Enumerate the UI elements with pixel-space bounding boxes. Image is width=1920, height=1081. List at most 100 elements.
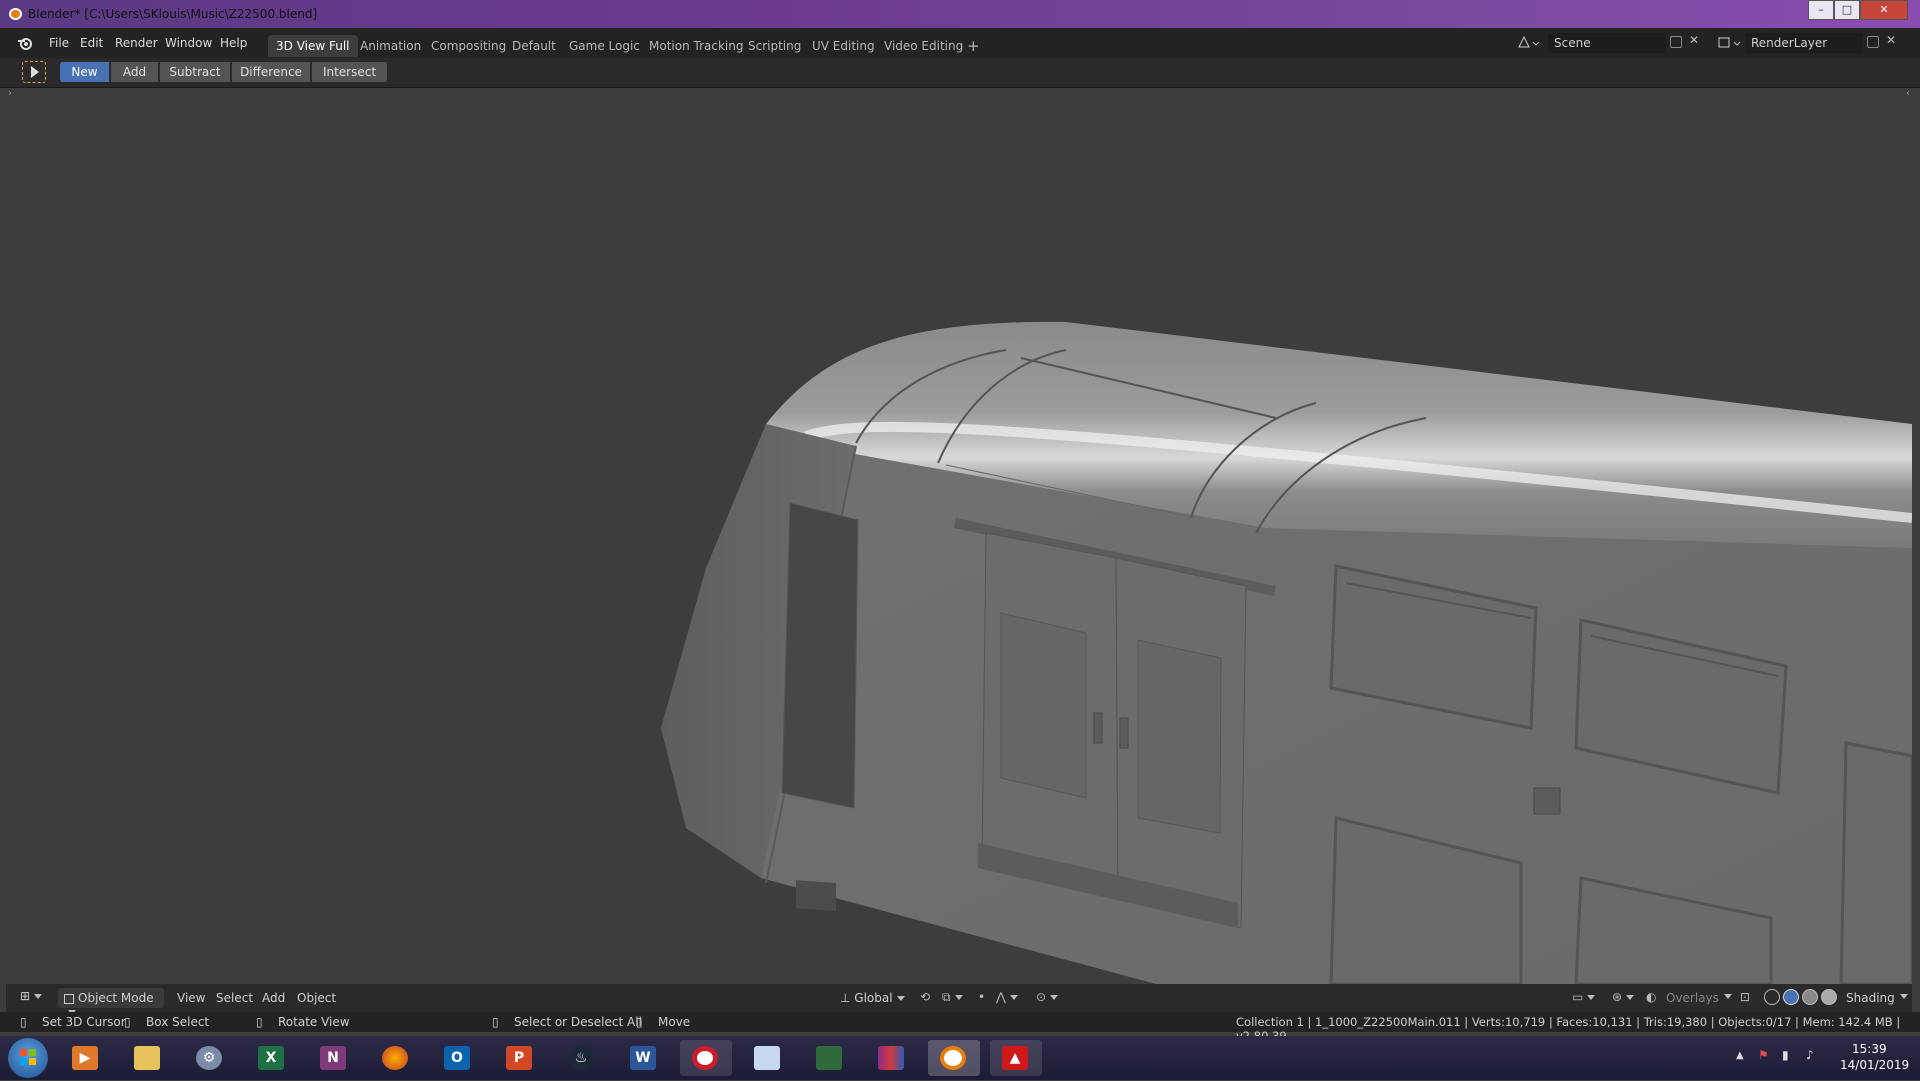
xray-icon[interactable]: ⊡ bbox=[1740, 990, 1750, 1004]
firefox-app[interactable] bbox=[370, 1040, 422, 1076]
delete-scene-icon[interactable]: ✕ bbox=[1689, 33, 1699, 47]
chevron-down-icon bbox=[896, 996, 905, 1001]
scene-selector-icon[interactable] bbox=[1515, 33, 1543, 53]
steam-app[interactable]: ♨ bbox=[556, 1040, 608, 1076]
menu-render[interactable]: Render bbox=[115, 36, 158, 50]
hint-box-select: Box Select bbox=[146, 1015, 210, 1029]
select-box-tool-icon[interactable] bbox=[22, 61, 46, 83]
menu-window[interactable]: Window bbox=[165, 36, 212, 50]
object-mode-icon bbox=[64, 993, 74, 1004]
menu-add[interactable]: Add bbox=[262, 991, 285, 1005]
powerpoint-app[interactable]: P bbox=[494, 1040, 546, 1076]
tab-video-editing[interactable]: Video Editing bbox=[876, 35, 971, 57]
menu-help[interactable]: Help bbox=[220, 36, 247, 50]
tab-uv-editing[interactable]: UV Editing bbox=[804, 35, 883, 57]
action-center-flag-icon[interactable]: ⚑ bbox=[1758, 1048, 1769, 1062]
render-layer-field[interactable]: RenderLayer bbox=[1745, 33, 1863, 53]
settings-app[interactable]: ⚙ bbox=[184, 1040, 236, 1076]
tray-expand-icon[interactable]: ▲ bbox=[1736, 1050, 1744, 1061]
winrar-app[interactable] bbox=[866, 1040, 918, 1076]
acrobat-icon: ▲ bbox=[1002, 1046, 1028, 1070]
solid-shading-icon[interactable] bbox=[1783, 989, 1799, 1005]
blender-logo-icon[interactable] bbox=[17, 35, 33, 51]
excel-icon: X bbox=[258, 1046, 284, 1070]
maximize-button[interactable]: □ bbox=[1834, 0, 1860, 20]
overlays-icon[interactable]: ◐ bbox=[1646, 990, 1656, 1004]
menu-select[interactable]: Select bbox=[216, 991, 253, 1005]
menu-view[interactable]: View bbox=[177, 991, 205, 1005]
transform-orientation-dropdown[interactable]: ⊥ Global bbox=[836, 988, 916, 1008]
delete-layer-icon[interactable]: ✕ bbox=[1886, 33, 1896, 47]
clock-time[interactable]: 15:39 bbox=[1852, 1042, 1887, 1056]
rendered-shading-icon[interactable] bbox=[1821, 989, 1837, 1005]
paint-app[interactable] bbox=[742, 1040, 794, 1076]
minimize-button[interactable]: – bbox=[1808, 0, 1834, 20]
right-panel-toggle-icon[interactable]: ‹ bbox=[1906, 88, 1910, 99]
mode-add-button[interactable]: Add bbox=[111, 62, 159, 82]
hint-move: Move bbox=[658, 1015, 691, 1029]
tab-scripting[interactable]: Scripting bbox=[740, 35, 809, 57]
gear-icon: ⚙ bbox=[196, 1046, 222, 1070]
mode-new-button[interactable]: New bbox=[60, 62, 110, 82]
start-button[interactable] bbox=[8, 1038, 48, 1078]
overlays-dropdown[interactable]: Overlays bbox=[1666, 991, 1719, 1005]
tab-animation[interactable]: Animation bbox=[352, 35, 429, 57]
excel-app[interactable]: X bbox=[246, 1040, 298, 1076]
chevron-down-icon bbox=[1900, 994, 1908, 999]
wireframe-shading-icon[interactable] bbox=[1764, 989, 1780, 1005]
close-button[interactable]: ✕ bbox=[1860, 0, 1908, 20]
material-shading-icon[interactable] bbox=[1802, 989, 1818, 1005]
hint-rotate-view: Rotate View bbox=[278, 1015, 350, 1029]
blender-app[interactable] bbox=[928, 1040, 980, 1076]
media-player-app[interactable]: ▶ bbox=[60, 1040, 112, 1076]
mouse-move-icon: ▯ bbox=[636, 1015, 643, 1029]
tab-game-logic[interactable]: Game Logic bbox=[561, 35, 648, 57]
windows-taskbar: ▶ ⚙ X N O P ♨ W ▲ ▲ ⚑ ▮ ♪ 15:39 14/01/20… bbox=[0, 1036, 1920, 1080]
tab-default[interactable]: Default bbox=[504, 35, 564, 57]
mode-subtract-button[interactable]: Subtract bbox=[160, 62, 231, 82]
folder-icon bbox=[134, 1046, 160, 1070]
opera-app[interactable] bbox=[680, 1040, 732, 1076]
proportional-edit-icon[interactable]: ⊙ bbox=[1036, 990, 1059, 1004]
menu-edit[interactable]: Edit bbox=[80, 36, 103, 50]
new-scene-icon[interactable] bbox=[1670, 36, 1682, 48]
view-object-types-icon[interactable]: ▭ bbox=[1572, 990, 1596, 1004]
tab-compositing[interactable]: Compositing bbox=[423, 35, 514, 57]
acrobat-app[interactable]: ▲ bbox=[990, 1040, 1042, 1076]
menu-object[interactable]: Object bbox=[297, 991, 336, 1005]
outlook-icon: O bbox=[444, 1046, 470, 1070]
mode-intersect-button[interactable]: Intersect bbox=[312, 62, 388, 82]
proportional-falloff-icon[interactable]: ⋀ bbox=[996, 990, 1018, 1004]
file-explorer-app[interactable] bbox=[122, 1040, 174, 1076]
object-mode-dropdown[interactable]: Object Mode bbox=[58, 988, 164, 1015]
tab-3d-view-full[interactable]: 3D View Full bbox=[268, 35, 358, 57]
outlook-app[interactable]: O bbox=[432, 1040, 484, 1076]
snap-target-icon[interactable]: ⧉ bbox=[942, 990, 963, 1005]
onenote-app[interactable]: N bbox=[308, 1040, 360, 1076]
mouse-drag-icon: ▯ bbox=[124, 1015, 131, 1029]
gizmo-icon[interactable]: ⊛ bbox=[1612, 990, 1635, 1004]
shading-dropdown[interactable]: Shading bbox=[1846, 991, 1895, 1005]
volume-icon[interactable]: ♪ bbox=[1806, 1048, 1814, 1062]
shading-modes bbox=[1764, 989, 1840, 1007]
task-manager-app[interactable] bbox=[804, 1040, 856, 1076]
3d-viewport[interactable]: › ‹ bbox=[6, 88, 1912, 984]
scene-name-field[interactable]: Scene bbox=[1548, 33, 1666, 53]
menu-file[interactable]: File bbox=[49, 36, 69, 50]
new-layer-icon[interactable] bbox=[1867, 36, 1879, 48]
pivot-icon[interactable]: ⟲ bbox=[920, 990, 930, 1004]
chevron-down-icon bbox=[1724, 994, 1732, 999]
mode-difference-button[interactable]: Difference bbox=[232, 62, 311, 82]
layer-selector-icon[interactable] bbox=[1716, 33, 1744, 53]
opera-icon bbox=[692, 1046, 718, 1070]
word-app[interactable]: W bbox=[618, 1040, 670, 1076]
clock-date[interactable]: 14/01/2019 bbox=[1840, 1058, 1909, 1072]
tab-motion-tracking[interactable]: Motion Tracking bbox=[641, 35, 751, 57]
snap-icon[interactable]: • bbox=[978, 990, 985, 1004]
add-workspace-button[interactable]: + bbox=[959, 35, 988, 57]
editor-type-icon[interactable]: ⊞ bbox=[20, 989, 43, 1003]
network-icon[interactable]: ▮ bbox=[1782, 1048, 1789, 1062]
media-player-icon: ▶ bbox=[72, 1046, 98, 1070]
mouse-right-icon: ▯ bbox=[492, 1015, 499, 1029]
left-panel-toggle-icon[interactable]: › bbox=[8, 88, 12, 99]
